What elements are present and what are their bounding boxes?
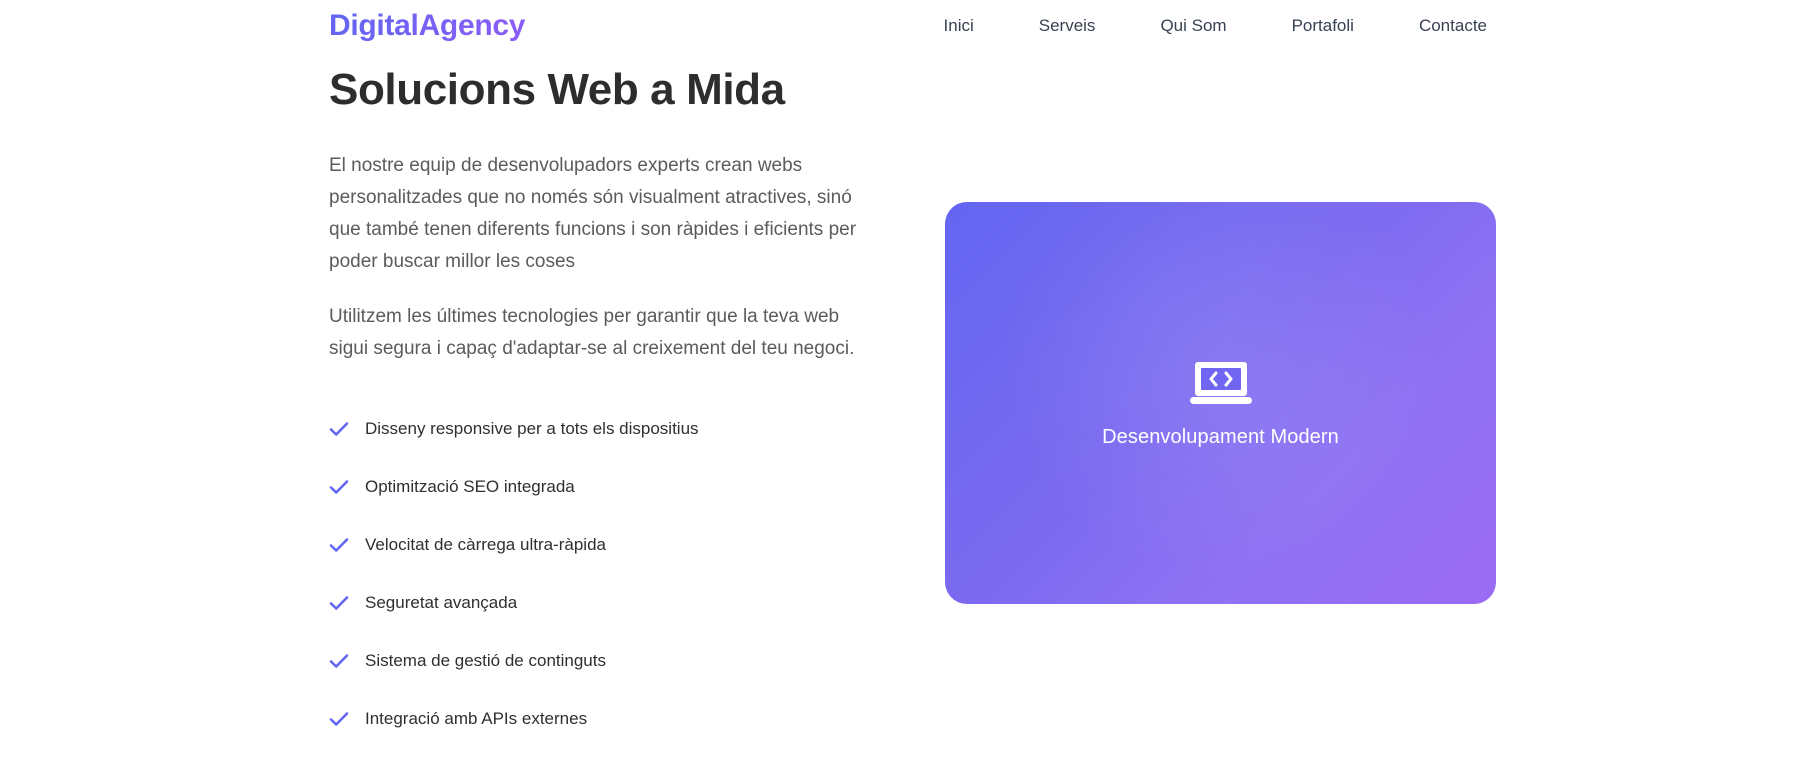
technology-paragraph: Utilitzem les últimes tecnologies per ga… — [329, 306, 855, 359]
feature-label: Integració amb APIs externes — [365, 709, 588, 728]
feature-label: Velocitat de càrrega ultra-ràpida — [365, 535, 606, 554]
nav-item-contacte[interactable]: Contacte — [1419, 16, 1487, 36]
check-icon — [329, 709, 349, 729]
site-header: DigitalAgency Inici Serveis Qui Som Port… — [329, 0, 1487, 52]
feature-item: Sistema de gestió de continguts — [329, 632, 699, 690]
logo[interactable]: DigitalAgency — [329, 9, 525, 43]
feature-item: Velocitat de càrrega ultra-ràpida — [329, 516, 699, 574]
card-caption: Desenvolupament Modern — [1102, 425, 1339, 448]
check-icon — [329, 477, 349, 497]
feature-label: Sistema de gestió de continguts — [365, 651, 606, 670]
feature-item: Optimització SEO integrada — [329, 458, 699, 516]
nav-item-inici[interactable]: Inici — [944, 16, 974, 36]
page: DigitalAgency Inici Serveis Qui Som Port… — [0, 0, 1816, 780]
page-title: Solucions Web a Mida — [329, 65, 785, 114]
check-icon — [329, 419, 349, 439]
intro-paragraph: El nostre equip de desenvolupadors exper… — [329, 155, 857, 272]
check-icon — [329, 535, 349, 555]
check-icon — [329, 593, 349, 613]
nav-item-qui-som[interactable]: Qui Som — [1160, 16, 1226, 36]
feature-item: Seguretat avançada — [329, 574, 699, 632]
check-icon — [329, 651, 349, 671]
feature-label: Seguretat avançada — [365, 593, 518, 612]
main-nav: Inici Serveis Qui Som Portafoli Contacte — [944, 16, 1487, 36]
laptop-code-icon — [1189, 360, 1252, 406]
hero-card: Desenvolupament Modern — [945, 202, 1496, 604]
feature-list: Disseny responsive per a tots els dispos… — [329, 400, 699, 748]
feature-item: Integració amb APIs externes — [329, 690, 699, 748]
feature-item: Disseny responsive per a tots els dispos… — [329, 400, 699, 458]
nav-item-serveis[interactable]: Serveis — [1039, 16, 1096, 36]
nav-item-portafoli[interactable]: Portafoli — [1292, 16, 1354, 36]
feature-label: Optimització SEO integrada — [365, 477, 575, 496]
feature-label: Disseny responsive per a tots els dispos… — [365, 419, 699, 438]
